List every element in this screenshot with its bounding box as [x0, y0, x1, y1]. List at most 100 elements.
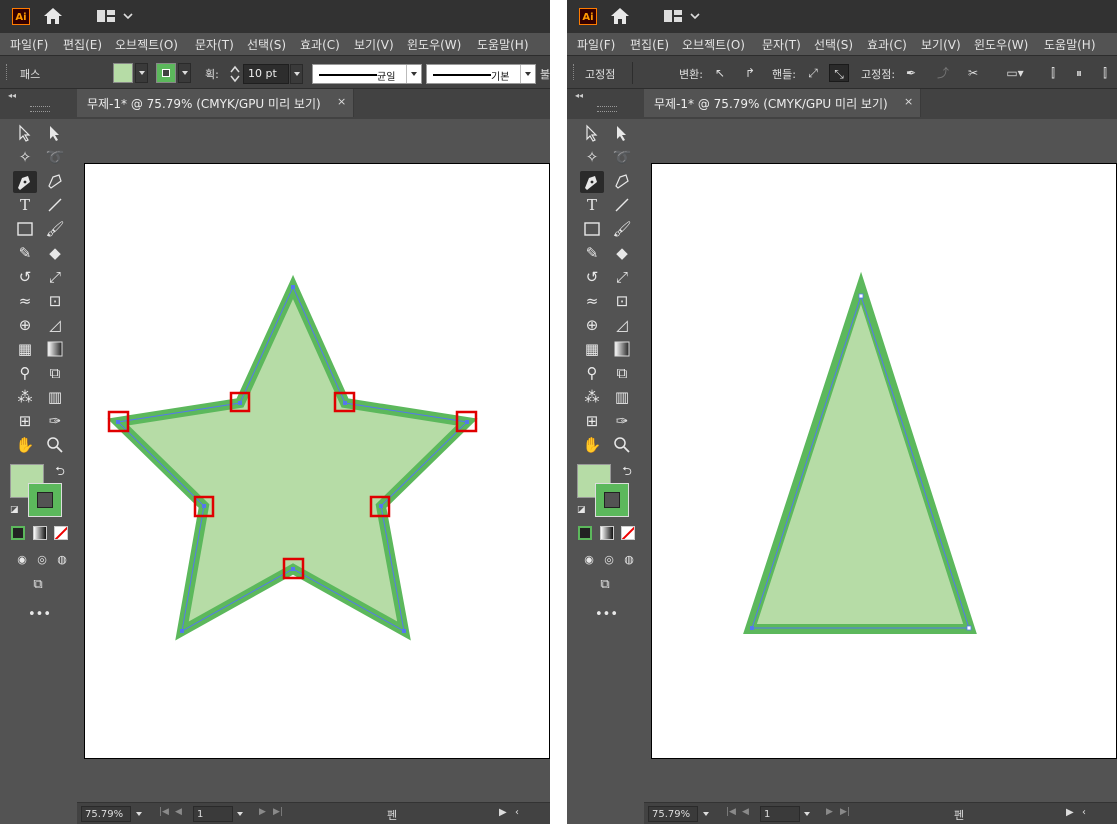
page-field[interactable]: 1 [193, 806, 233, 822]
gradient-icon[interactable] [45, 339, 65, 359]
magic-wand-icon[interactable]: ✧ [15, 147, 35, 167]
menu-help[interactable]: 도움말(H) [1044, 36, 1096, 53]
align-center-icon[interactable]: ⏸ [1069, 64, 1089, 82]
column-graph-icon[interactable]: ▥ [45, 387, 65, 407]
default-colors-icon[interactable]: ◪ [10, 505, 20, 515]
stroke-color-box[interactable] [28, 483, 62, 517]
stroke-weight-input[interactable]: 10 pt [243, 64, 289, 84]
curvature-icon[interactable] [612, 171, 632, 191]
menu-window[interactable]: 윈도우(W) [974, 36, 1028, 53]
swap-icon[interactable]: ⮌ [617, 461, 637, 481]
collapse-icon[interactable]: ◂◂ [8, 91, 16, 100]
direct-selection-icon[interactable] [612, 123, 632, 143]
symbol-sprayer-icon[interactable]: ⁂ [582, 387, 602, 407]
close-icon[interactable]: × [337, 95, 346, 108]
selection-icon[interactable] [582, 123, 602, 143]
convert-to-smooth-icon[interactable]: ↱ [740, 64, 760, 82]
warp-icon[interactable]: ≈ [15, 291, 35, 311]
control-bar-grip[interactable] [573, 64, 577, 80]
none-mode-icon[interactable] [621, 526, 635, 540]
close-icon[interactable]: × [904, 95, 913, 108]
lasso-icon[interactable]: ➰ [45, 147, 65, 167]
type-icon[interactable]: T [15, 195, 35, 215]
first-page-icon[interactable]: |◀ [159, 807, 169, 817]
document-tab[interactable]: 무제-1* @ 75.79% (CMYK/GPU 미리 보기) × [644, 89, 921, 117]
menu-type[interactable]: 문자(T) [195, 36, 234, 53]
eyedropper-icon[interactable]: ⚲ [15, 363, 35, 383]
perspective-grid-icon[interactable]: ◿ [612, 315, 632, 335]
draw-inside-icon[interactable]: ◍ [52, 550, 72, 570]
next-page-icon[interactable]: ▶ [259, 807, 266, 817]
menu-select[interactable]: 선택(S) [814, 36, 853, 53]
rotate-icon[interactable]: ↺ [582, 267, 602, 287]
lasso-icon[interactable]: ➰ [612, 147, 632, 167]
draw-behind-icon[interactable]: ◎ [32, 550, 52, 570]
menu-type[interactable]: 문자(T) [762, 36, 801, 53]
home-icon[interactable] [42, 6, 64, 26]
stroke-color-box[interactable] [595, 483, 629, 517]
hand-icon[interactable]: ✋ [582, 435, 602, 455]
eraser-icon[interactable]: ◆ [612, 243, 632, 263]
slice-icon[interactable]: ✑ [45, 411, 65, 431]
collapse-icon[interactable]: ◂◂ [575, 91, 583, 100]
screen-mode-icon[interactable]: ⧉ [28, 575, 48, 595]
prev-page-icon[interactable]: ◀ [175, 807, 182, 817]
mesh-icon[interactable]: ▦ [15, 339, 35, 359]
prev-page-icon[interactable]: ◀ [742, 807, 749, 817]
stroke-swatch[interactable] [156, 63, 176, 83]
blend-icon[interactable]: ⧉ [45, 363, 65, 383]
warp-icon[interactable]: ≈ [582, 291, 602, 311]
shape-builder-icon[interactable]: ⊕ [582, 315, 602, 335]
control-bar-grip[interactable] [6, 64, 10, 80]
artboard-icon[interactable]: ⊞ [15, 411, 35, 431]
gradient-mode-icon[interactable] [33, 526, 47, 540]
zoom-field[interactable]: 75.79% [81, 806, 131, 822]
screen-mode-icon[interactable]: ⧉ [595, 575, 615, 595]
menu-file[interactable]: 파일(F) [577, 36, 615, 53]
rectangle-icon[interactable] [582, 219, 602, 239]
hand-icon[interactable]: ✋ [15, 435, 35, 455]
page-dropdown[interactable] [801, 805, 814, 823]
star-shape[interactable] [84, 163, 550, 759]
artboard[interactable] [651, 163, 1117, 759]
artboard-icon[interactable]: ⊞ [582, 411, 602, 431]
zoom-field[interactable]: 75.79% [648, 806, 698, 822]
menu-effect[interactable]: 효과(C) [300, 36, 340, 53]
direct-selection-icon[interactable] [45, 123, 65, 143]
magic-wand-icon[interactable]: ✧ [582, 147, 602, 167]
fill-swatch[interactable] [113, 63, 133, 83]
column-graph-icon[interactable]: ▥ [612, 387, 632, 407]
paintbrush-icon[interactable]: 🖌 [45, 219, 65, 239]
status-menu-icon[interactable]: ▶ [499, 807, 507, 818]
none-mode-icon[interactable] [54, 526, 68, 540]
more-tools-icon[interactable]: ••• [595, 605, 618, 625]
next-page-icon[interactable]: ▶ [826, 807, 833, 817]
draw-normal-icon[interactable]: ◉ [579, 550, 599, 570]
gradient-mode-icon[interactable] [600, 526, 614, 540]
last-page-icon[interactable]: ▶| [273, 807, 283, 817]
menu-object[interactable]: 오브젝트(O) [115, 36, 178, 53]
shaper-icon[interactable]: ✎ [15, 243, 35, 263]
menu-view[interactable]: 보기(V) [921, 36, 961, 53]
symbol-sprayer-icon[interactable]: ⁂ [15, 387, 35, 407]
swap-icon[interactable]: ⮌ [50, 461, 70, 481]
stroke-dropdown[interactable] [178, 63, 191, 83]
draw-normal-icon[interactable]: ◉ [12, 550, 32, 570]
menu-edit[interactable]: 편집(E) [630, 36, 669, 53]
draw-behind-icon[interactable]: ◎ [599, 550, 619, 570]
status-menu-icon[interactable]: ▶ [1066, 807, 1074, 818]
menu-edit[interactable]: 편집(E) [63, 36, 102, 53]
curvature-icon[interactable] [45, 171, 65, 191]
align-left-icon[interactable]: ⫿ [1043, 64, 1063, 82]
scroll-left-icon[interactable]: ‹ [515, 807, 519, 818]
connect-anchor-icon[interactable]: ⤴ [933, 64, 953, 82]
pen-icon[interactable] [13, 171, 37, 193]
shape-builder-icon[interactable]: ⊕ [15, 315, 35, 335]
first-page-icon[interactable]: |◀ [726, 807, 736, 817]
artboard[interactable] [84, 163, 550, 759]
toolbox-grip[interactable] [30, 106, 50, 112]
stroke-label[interactable]: 획: [205, 66, 219, 82]
isolate-icon[interactable]: ▭▾ [1002, 64, 1028, 82]
page-field[interactable]: 1 [760, 806, 800, 822]
free-transform-icon[interactable]: ⊡ [612, 291, 632, 311]
